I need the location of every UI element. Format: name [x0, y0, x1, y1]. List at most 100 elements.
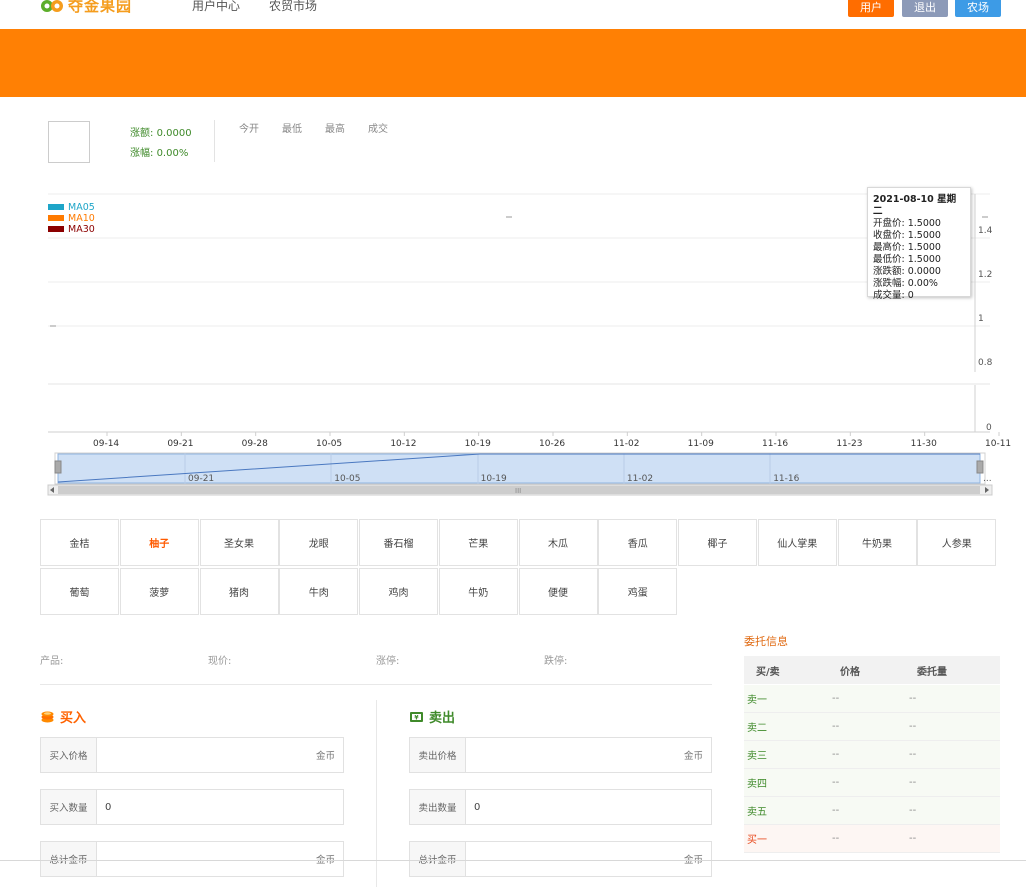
- sell-qty-label: 卖出数量: [410, 790, 466, 824]
- sell-total-field[interactable]: 总计金币 金币: [409, 841, 712, 877]
- orderbook-amount: --: [909, 777, 917, 788]
- farm-button[interactable]: 农场: [955, 0, 1001, 17]
- change-amount-value: 0.0000: [156, 128, 192, 139]
- x-tick-label: 09-21: [167, 439, 193, 449]
- sell-total-label: 总计金币: [410, 842, 466, 876]
- info-divider: [40, 684, 712, 685]
- navigator-tick-label: 10-19: [481, 474, 507, 484]
- orderbook-amount: --: [909, 805, 917, 816]
- nav-user-center[interactable]: 用户中心: [192, 0, 240, 14]
- orderbook-row: 卖四 -- --: [744, 769, 1000, 797]
- sell-section-title: ¥ 卖出: [409, 707, 455, 726]
- tooltip-change: 涨跌额: 0.0000: [873, 266, 941, 277]
- info-limit-down-label: 跌停:: [544, 656, 568, 667]
- orderbook-title: 委托信息: [744, 635, 788, 648]
- product-tab[interactable]: 人参果: [917, 519, 997, 566]
- change-pct-value: 0.00%: [156, 148, 189, 159]
- product-tab[interactable]: 柚子: [119, 519, 199, 566]
- buy-price-unit: 金币: [315, 751, 335, 762]
- orderbook-col-amount: 委托量: [917, 666, 947, 678]
- sell-quantity-field[interactable]: 卖出数量 0: [409, 789, 712, 825]
- x-tick-label: 11-30: [911, 439, 937, 449]
- tooltip-high: 最高价: 1.5000: [873, 242, 941, 253]
- legend-label: MA30: [68, 224, 95, 235]
- logo[interactable]: 夺金果园: [40, 0, 132, 16]
- tooltip-date: 2021-08-10 星期二: [873, 194, 957, 217]
- x-tick-label: 11-09: [688, 439, 714, 449]
- fruit-logo-icon: [41, 0, 63, 12]
- tooltip-open: 开盘价: 1.5000: [873, 218, 941, 229]
- tooltip-low: 最低价: 1.5000: [873, 254, 941, 265]
- buy-price-label: 买入价格: [41, 738, 97, 772]
- orderbook-row: 卖一 -- --: [744, 685, 1000, 713]
- coins-icon: [41, 711, 54, 723]
- navigator-tick-label: 10-05: [334, 474, 360, 484]
- legend-swatch: [48, 215, 64, 221]
- orderbook-price: --: [832, 721, 840, 732]
- product-tab[interactable]: 芒果: [438, 519, 518, 566]
- product-tab[interactable]: 龙眼: [279, 519, 359, 566]
- product-tab[interactable]: 圣女果: [199, 519, 279, 566]
- product-tab[interactable]: 香瓜: [598, 519, 678, 566]
- tooltip-close: 收盘价: 1.5000: [873, 230, 941, 241]
- user-button[interactable]: 用户: [848, 0, 894, 17]
- info-price-label: 现价:: [208, 656, 232, 667]
- product-tab[interactable]: 鸡蛋: [598, 568, 678, 615]
- navigator-tick-label: 09-21: [188, 474, 214, 484]
- orange-banner: [0, 29, 1026, 97]
- navigator-left-handle: [54, 460, 62, 474]
- x-tick-label: 11-16: [762, 439, 788, 449]
- y-tick-label: 1: [978, 314, 984, 324]
- navigator-right-handle: [976, 460, 984, 474]
- change-amount: 涨额: 0.0000: [130, 124, 192, 139]
- product-tab[interactable]: 牛肉: [279, 568, 359, 615]
- product-tab[interactable]: 番石榴: [359, 519, 438, 566]
- sell-price-field[interactable]: 卖出价格 金币: [409, 737, 712, 773]
- buy-total-unit: 金币: [316, 842, 335, 876]
- product-tab[interactable]: 椰子: [678, 519, 757, 566]
- sell-title: 卖出: [429, 711, 456, 726]
- buy-quantity-field[interactable]: 买入数量 0: [40, 789, 344, 825]
- product-tab[interactable]: 便便: [518, 568, 598, 615]
- product-thumbnail: [48, 121, 90, 163]
- stat-volume: 成交: [368, 124, 388, 135]
- orderbook-amount: --: [909, 693, 917, 704]
- product-tab[interactable]: 葡萄: [40, 568, 119, 615]
- legend-label: MA05: [68, 202, 95, 213]
- product-tab[interactable]: 牛奶: [438, 568, 518, 615]
- buy-price-field[interactable]: 买入价格 金币: [40, 737, 344, 773]
- logout-button[interactable]: 退出: [902, 0, 948, 17]
- info-limit-up-label: 涨停:: [376, 656, 400, 667]
- orderbook-price: --: [832, 693, 840, 704]
- orderbook-row: 卖五 -- --: [744, 797, 1000, 825]
- x-tick-label: 10-12: [390, 439, 416, 449]
- orderbook-side: 买一: [747, 835, 767, 846]
- orderbook-header: 买/卖 价格 委托量: [744, 656, 1000, 684]
- logo-text: 夺金果园: [68, 0, 133, 15]
- buy-title: 买入: [60, 711, 87, 726]
- product-tab[interactable]: 猪肉: [199, 568, 279, 615]
- orderbook-row: 卖三 -- --: [744, 741, 1000, 769]
- orderbook-side: 卖三: [747, 751, 767, 762]
- orderbook-amount: --: [909, 749, 917, 760]
- orderbook-price: --: [832, 805, 840, 816]
- info-product-label: 产品:: [40, 656, 64, 667]
- x-tick-label: 11-23: [836, 439, 862, 449]
- nav-farm-market[interactable]: 农贸市场: [269, 0, 317, 14]
- buy-total-field[interactable]: 总计金币 金币: [40, 841, 344, 877]
- navigator-tick-label: 11-16: [773, 474, 799, 484]
- orderbook-col-side: 买/卖: [756, 666, 780, 678]
- product-tab[interactable]: 金桔: [40, 519, 119, 566]
- product-tab[interactable]: 鸡肉: [359, 568, 438, 615]
- legend-label: MA10: [68, 213, 95, 224]
- product-tab[interactable]: 牛奶果: [837, 519, 917, 566]
- product-tab[interactable]: 菠萝: [119, 568, 199, 615]
- product-tab[interactable]: 木瓜: [518, 519, 598, 566]
- change-pct-label: 涨幅:: [130, 148, 154, 159]
- product-tab[interactable]: 仙人掌果: [757, 519, 837, 566]
- orderbook-price: --: [832, 749, 840, 760]
- orderbook-price: --: [832, 833, 840, 844]
- y-tick-label: 1.2: [978, 270, 992, 280]
- buy-total-label: 总计金币: [41, 842, 97, 876]
- navigator-tick-label: 11-02: [627, 474, 653, 484]
